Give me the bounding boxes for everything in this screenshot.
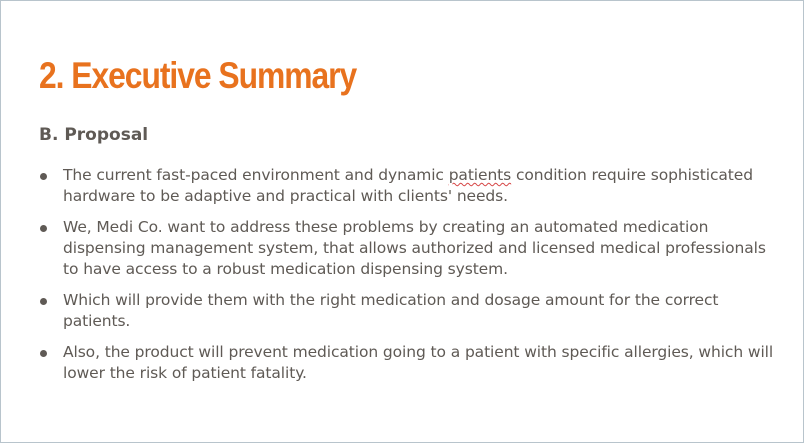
bullet-text-segment: The current fast-paced environment and d… bbox=[63, 166, 449, 184]
slide-title: 2. Executive Summary bbox=[39, 55, 357, 96]
bullet-text: Also, the product will prevent medicatio… bbox=[63, 343, 774, 382]
bullet-icon bbox=[40, 350, 47, 357]
slide: 2. Executive Summary B. Proposal The cur… bbox=[0, 0, 804, 443]
bullet-icon bbox=[40, 298, 47, 305]
bullet-text: The current fast-paced environment and d… bbox=[63, 165, 774, 207]
bullet-list: The current fast-paced environment and d… bbox=[39, 165, 774, 394]
spellcheck-flagged-word: patients bbox=[448, 166, 512, 184]
bullet-icon bbox=[40, 225, 47, 232]
bullet-item: Also, the product will prevent medicatio… bbox=[39, 342, 774, 384]
bullet-icon bbox=[40, 173, 47, 180]
bullet-item: We, Medi Co. want to address these probl… bbox=[39, 217, 774, 280]
bullet-item: Which will provide them with the right m… bbox=[39, 290, 774, 332]
bullet-item: The current fast-paced environment and d… bbox=[39, 165, 774, 207]
bullet-text: We, Medi Co. want to address these probl… bbox=[63, 218, 766, 278]
bullet-text: Which will provide them with the right m… bbox=[63, 291, 719, 330]
slide-subtitle: B. Proposal bbox=[39, 125, 149, 145]
